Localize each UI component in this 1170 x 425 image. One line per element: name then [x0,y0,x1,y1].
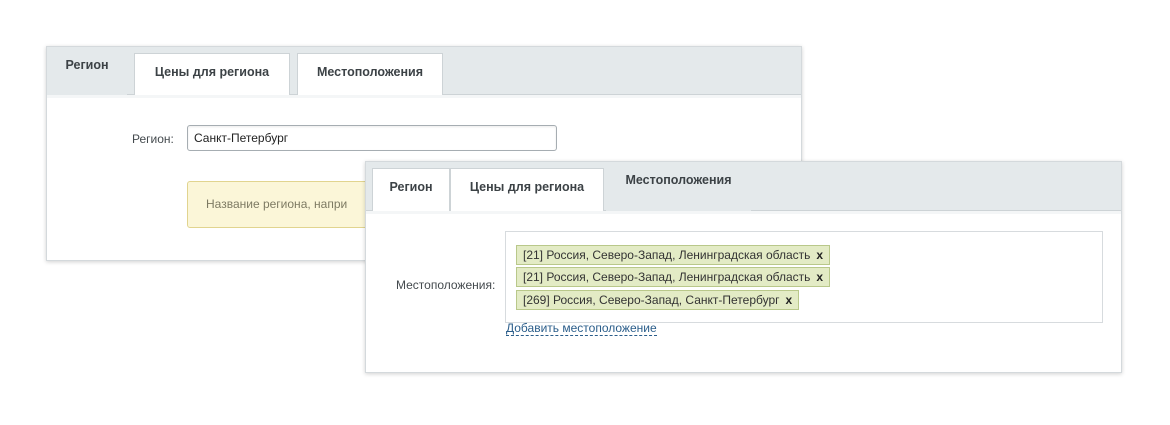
tab-bar: Регион Цены для региона Местоположения [47,47,801,98]
tab-region[interactable]: Регион [372,168,450,211]
region-field-label: Регион: [132,132,174,146]
locations-box: [21] Россия, Северо-Запад, Ленинградская… [505,231,1103,323]
remove-location-button[interactable]: x [816,270,823,284]
region-hint-box: Название региона, напри [187,181,387,228]
region-locations-panel: Регион Цены для региона Местоположения М… [365,161,1122,373]
tab-region-prices[interactable]: Цены для региона [450,168,604,211]
tab-locations[interactable]: Местоположения [297,53,443,95]
tab-locations[interactable]: Местоположения [606,162,751,211]
locations-field-label: Местоположения: [396,278,496,292]
location-chip-label: [21] Россия, Северо-Запад, Ленинградская… [523,248,811,262]
location-chip: [21] Россия, Северо-Запад, Ленинградская… [516,267,831,287]
location-chip-label: [21] Россия, Северо-Запад, Ленинградская… [523,270,811,284]
tab-region-prices[interactable]: Цены для региона [134,53,290,95]
tab-bar: Регион Цены для региона Местоположения [366,162,1121,214]
remove-location-button[interactable]: x [786,293,793,307]
remove-location-button[interactable]: x [816,248,823,262]
tab-region[interactable]: Регион [47,47,127,95]
add-location-link[interactable]: Добавить местоположение [506,322,657,336]
location-chip: [21] Россия, Северо-Запад, Ленинградская… [516,245,831,265]
location-chip: [269] Россия, Северо-Запад, Санкт-Петерб… [516,290,800,310]
location-chip-label: [269] Россия, Северо-Запад, Санкт-Петерб… [523,293,780,307]
region-name-input[interactable] [187,125,557,151]
